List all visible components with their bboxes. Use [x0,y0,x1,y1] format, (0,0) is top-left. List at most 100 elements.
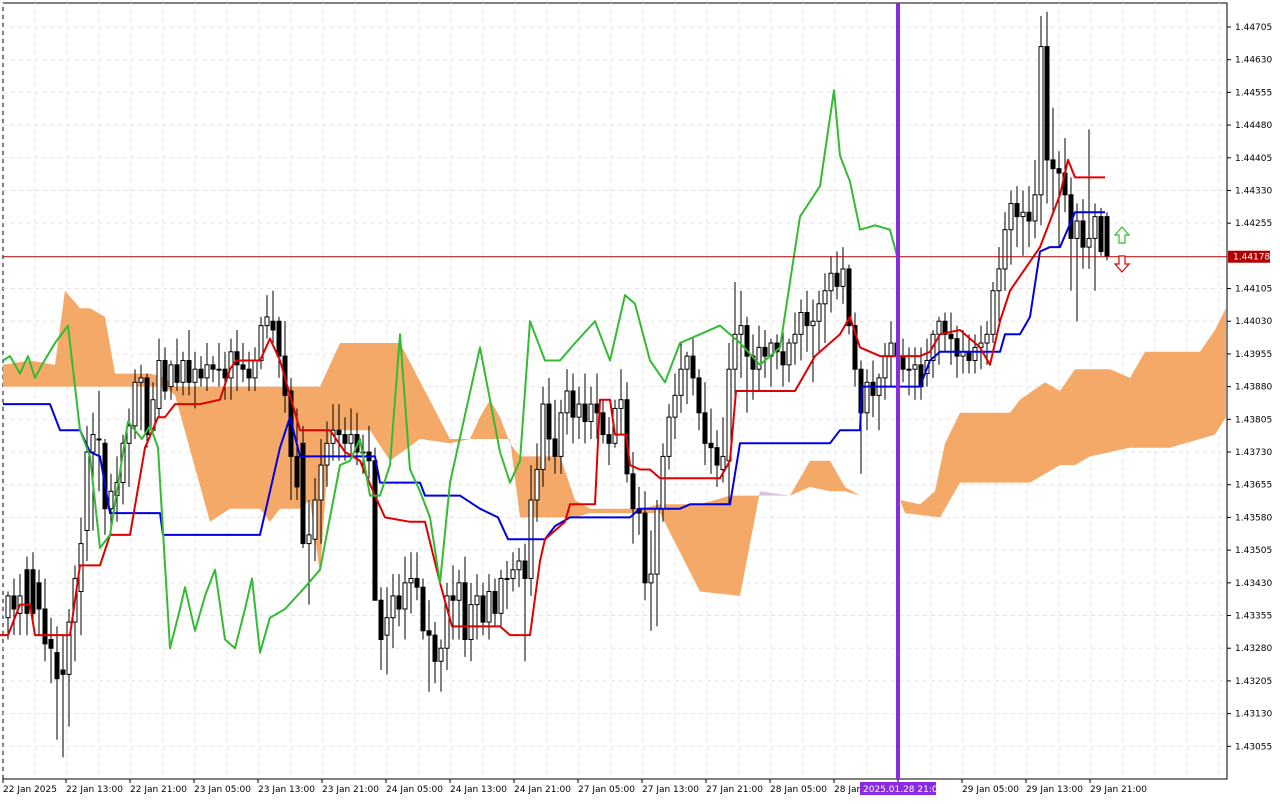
candle-bullish[interactable] [822,290,828,305]
candle-bullish[interactable] [486,591,492,623]
candle-bearish[interactable] [372,460,378,601]
candle-bearish[interactable] [30,569,36,614]
candle-bullish[interactable] [756,346,762,370]
candle-bullish[interactable] [1074,220,1080,239]
candle-bullish[interactable] [468,604,474,640]
candle-bullish[interactable] [678,368,684,396]
candle-bearish[interactable] [1044,46,1050,161]
candle-bearish[interactable] [42,608,48,645]
candle-bearish[interactable] [276,320,282,357]
candle-bearish[interactable] [300,442,306,545]
candle-bearish[interactable] [1080,220,1086,248]
candle-bearish[interactable] [696,377,702,414]
candle-bullish[interactable] [84,451,90,532]
candle-bullish[interactable] [816,303,822,322]
candle-bullish[interactable] [402,582,408,610]
candle-bearish[interactable] [1050,159,1056,170]
candle-bullish[interactable] [588,403,594,423]
candle-bearish[interactable] [48,638,54,649]
candle-bullish[interactable] [786,342,792,366]
chart-container[interactable]: 1.44705 1.44630 1.44555 1.44480 1.44405 1.443… [0,0,1280,800]
candle-bearish[interactable] [522,560,528,579]
candle-bearish[interactable] [270,320,276,331]
candle-bearish[interactable] [480,595,486,623]
candle-bullish[interactable] [5,595,11,619]
candle-bearish[interactable] [690,355,696,379]
candle-bullish[interactable] [252,359,258,379]
candle-bearish[interactable] [1098,216,1104,252]
candle-bullish[interactable] [1032,194,1038,222]
candle-bearish[interactable] [420,586,426,632]
candle-bullish[interactable] [438,647,444,662]
candle-bearish[interactable] [780,351,786,366]
candle-bearish[interactable] [378,599,384,640]
candle-bullish[interactable] [984,333,990,344]
candle-bearish[interactable] [222,368,228,379]
candle-bullish[interactable] [90,434,96,453]
candle-bearish[interactable] [210,364,216,370]
candle-bullish[interactable] [498,577,504,614]
candle-bullish[interactable] [534,468,540,501]
candle-bullish[interactable] [390,595,396,619]
candle-bullish[interactable] [654,508,660,575]
candle-bullish[interactable] [564,390,570,414]
candle-bearish[interactable] [948,333,954,340]
candle-bearish[interactable] [714,447,720,466]
candle-bearish[interactable] [414,577,420,588]
candle-bullish[interactable] [840,268,846,287]
candle-bearish[interactable] [582,403,588,423]
candle-bullish[interactable] [792,333,798,344]
candle-bullish[interactable] [474,595,480,606]
candle-bearish[interactable] [336,429,342,436]
candle-bearish[interactable] [1014,203,1020,218]
candle-bearish[interactable] [1056,168,1062,174]
candle-bullish[interactable] [618,399,624,409]
candle-bearish[interactable] [546,403,552,440]
candle-bullish[interactable] [216,368,222,371]
candle-bullish[interactable] [558,412,564,457]
candle-bearish[interactable] [174,364,180,383]
candle-bullish[interactable] [132,381,138,427]
candle-bearish[interactable] [642,512,648,584]
candle-bearish[interactable] [606,434,612,444]
candle-bearish[interactable] [240,364,246,370]
candle-bearish[interactable] [834,272,840,287]
candle-bullish[interactable] [168,364,174,388]
candle-bullish[interactable] [1008,203,1014,231]
candle-bullish[interactable] [312,499,318,540]
candle-bullish[interactable] [384,617,390,636]
candle-bearish[interactable] [432,634,438,662]
candle-bullish[interactable] [318,464,324,501]
candle-bullish[interactable] [324,442,330,466]
candle-bearish[interactable] [552,438,558,457]
candle-bullish[interactable] [1092,216,1098,239]
candle-bullish[interactable] [576,403,582,418]
candle-bullish[interactable] [720,455,726,470]
candle-bullish[interactable] [972,346,978,361]
candle-bearish[interactable] [246,368,252,379]
candle-bearish[interactable] [1104,216,1110,257]
candle-bearish[interactable] [954,338,960,357]
candle-bearish[interactable] [54,652,60,680]
candle-bullish[interactable] [510,569,516,579]
candle-bearish[interactable] [60,669,66,675]
candle-bullish[interactable] [990,290,996,335]
candle-bullish[interactable] [408,577,414,584]
candle-bullish[interactable] [828,272,834,292]
candle-bullish[interactable] [684,355,690,370]
candle-bullish[interactable] [180,359,186,383]
candle-bullish[interactable] [888,342,894,357]
chart-svg[interactable]: 1.44705 1.44630 1.44555 1.44480 1.44405 1.443… [0,0,1280,800]
candle-bearish[interactable] [11,595,17,610]
candle-bearish[interactable] [570,390,576,418]
candle-bearish[interactable] [708,442,714,449]
candle-bearish[interactable] [342,434,348,444]
candle-bearish[interactable] [492,591,498,614]
candle-bearish[interactable] [24,569,30,614]
candle-bullish[interactable] [516,560,522,571]
candle-bullish[interactable] [204,364,210,379]
candle-bearish[interactable] [144,377,150,436]
candle-bullish[interactable] [648,573,654,584]
candle-bullish[interactable] [306,534,312,545]
candle-bearish[interactable] [462,582,468,640]
